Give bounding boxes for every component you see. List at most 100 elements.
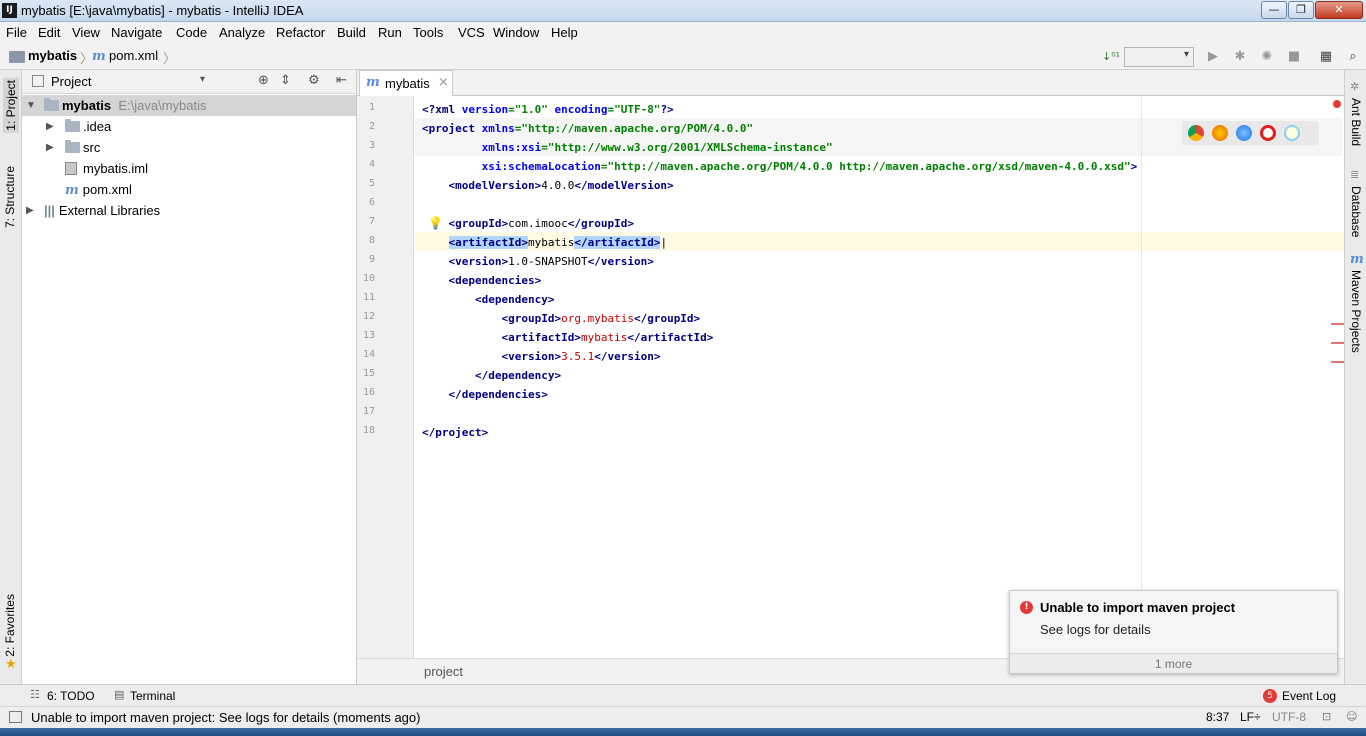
tree-root[interactable]: ▼ mybatis E:\java\mybatis xyxy=(22,95,356,116)
tree-label: mybatis.iml xyxy=(83,161,149,176)
chevron-down-icon[interactable]: ▾ xyxy=(200,74,205,85)
right-margin-guide xyxy=(1141,96,1142,658)
ant-icon: ✲ xyxy=(1350,80,1360,93)
ie-icon[interactable] xyxy=(1284,125,1300,141)
hide-icon[interactable]: ⇤ xyxy=(336,73,347,88)
tab-project[interactable]: 1: Project xyxy=(3,78,19,133)
event-count-badge: 5 xyxy=(1263,689,1277,703)
sort-icon[interactable]: ↓⁰¹ xyxy=(1102,49,1120,65)
toggle-tool-windows-icon[interactable] xyxy=(9,711,22,723)
tab-structure[interactable]: 7: Structure xyxy=(3,166,17,228)
line-separator[interactable]: LF÷ xyxy=(1240,710,1261,724)
line-number: 5 xyxy=(368,178,375,189)
error-stripe[interactable] xyxy=(1331,342,1344,344)
code-line: <version>1.0-SNAPSHOT</version> xyxy=(448,255,654,268)
coverage-icon[interactable]: ✺ xyxy=(1259,49,1275,65)
locate-icon[interactable]: ⊕ xyxy=(258,73,269,88)
tab-ant-build[interactable]: Ant Build xyxy=(1349,98,1363,146)
root-path: E:\java\mybatis xyxy=(118,98,207,113)
caret-position[interactable]: 8:37 xyxy=(1206,710,1229,724)
menu-refactor[interactable]: Refactor xyxy=(276,25,325,40)
line-number: 4 xyxy=(368,159,375,170)
opera-icon[interactable] xyxy=(1260,125,1276,141)
tab-event-log[interactable]: Event Log xyxy=(1282,689,1336,703)
code-line: <dependency> xyxy=(474,293,555,306)
code-line: <artifactId>mybatis</artifactId> xyxy=(501,331,714,344)
error-stripe[interactable] xyxy=(1331,323,1344,325)
menu-edit[interactable]: Edit xyxy=(38,25,60,40)
navigation-bar: mybatis 〉 m pom.xml 〉 ↓⁰¹ ▾ ▶ ✱ ✺ ■ ▦ ⌕ xyxy=(0,44,1366,70)
file-encoding[interactable]: UTF-8 xyxy=(1272,710,1306,724)
status-message[interactable]: Unable to import maven project: See logs… xyxy=(31,710,420,725)
line-number: 9 xyxy=(368,254,375,265)
gear-icon[interactable]: ⚙ xyxy=(308,73,320,88)
code-line: <groupId>org.mybatis</groupId> xyxy=(501,312,701,325)
menu-help[interactable]: Help xyxy=(551,25,578,40)
menu-file[interactable]: File xyxy=(6,25,27,40)
line-number: 6 xyxy=(368,197,375,208)
safari-icon[interactable] xyxy=(1236,125,1252,141)
line-number: 16 xyxy=(362,387,375,398)
breadcrumb-file[interactable]: pom.xml xyxy=(109,48,158,63)
chevron-right-icon: ▶ xyxy=(46,142,54,153)
editor-tab-pom[interactable]: m mybatis × xyxy=(359,70,453,96)
chrome-icon[interactable] xyxy=(1188,125,1204,141)
tab-database[interactable]: Database xyxy=(1349,186,1363,237)
project-view-icon xyxy=(32,75,44,87)
maven-icon: m xyxy=(1350,252,1364,267)
menu-build[interactable]: Build xyxy=(337,25,366,40)
stop-icon[interactable]: ■ xyxy=(1286,49,1302,65)
menu-vcs[interactable]: VCS xyxy=(458,25,485,40)
menu-bar: File Edit View Navigate Code Analyze Ref… xyxy=(0,22,1366,44)
title-bar: IJ mybatis [E:\java\mybatis] - mybatis -… xyxy=(0,0,1366,22)
error-stripe[interactable] xyxy=(1331,361,1344,363)
line-number: 14 xyxy=(362,349,375,360)
editor-breadcrumb[interactable]: project xyxy=(424,664,463,679)
menu-run[interactable]: Run xyxy=(378,25,402,40)
breadcrumb-project[interactable]: mybatis xyxy=(28,48,77,63)
tree-item-pom[interactable]: m pom.xml xyxy=(65,179,132,200)
right-tool-strip: ✲ Ant Build ≣ Database m Maven Projects xyxy=(1344,70,1366,684)
line-number: 17 xyxy=(362,406,375,417)
menu-view[interactable]: View xyxy=(72,25,100,40)
tree-label: src xyxy=(83,140,101,155)
close-tab-icon[interactable]: × xyxy=(438,75,449,90)
chevron-down-icon: ▾ xyxy=(1183,49,1189,60)
menu-analyze[interactable]: Analyze xyxy=(219,25,265,40)
notification-balloon[interactable]: ! Unable to import maven project See log… xyxy=(1009,590,1338,674)
debug-icon[interactable]: ✱ xyxy=(1232,49,1248,65)
menu-window[interactable]: Window xyxy=(493,25,539,40)
project-structure-icon[interactable]: ▦ xyxy=(1318,49,1334,65)
line-number: 7 xyxy=(368,216,375,227)
maximize-button[interactable]: ❐ xyxy=(1288,1,1314,19)
notification-more[interactable]: 1 more xyxy=(1010,653,1337,673)
tree-item-iml[interactable]: mybatis.iml xyxy=(65,158,148,179)
tab-maven-projects[interactable]: Maven Projects xyxy=(1349,270,1363,353)
code-line: <?xml version="1.0" encoding="UTF-8"?> xyxy=(422,103,674,116)
code-line: </dependency> xyxy=(474,369,562,382)
run-config-select[interactable]: ▾ xyxy=(1124,47,1194,67)
menu-tools[interactable]: Tools xyxy=(413,25,443,40)
notification-link[interactable]: See logs for details xyxy=(1040,622,1151,637)
minimize-button[interactable]: — xyxy=(1261,1,1287,19)
error-indicator-icon[interactable] xyxy=(1333,100,1341,108)
lock-icon[interactable]: ⊡ xyxy=(1322,710,1331,723)
close-button[interactable]: ✕ xyxy=(1315,1,1363,19)
firefox-icon[interactable] xyxy=(1212,125,1228,141)
tab-todo[interactable]: 6: TODO xyxy=(47,689,95,703)
line-number: 3 xyxy=(368,140,375,151)
collapse-icon[interactable]: ⇕ xyxy=(280,73,291,88)
menu-navigate[interactable]: Navigate xyxy=(111,25,162,40)
menu-code[interactable]: Code xyxy=(176,25,207,40)
lightbulb-icon[interactable]: 💡 xyxy=(428,216,443,230)
run-icon[interactable]: ▶ xyxy=(1205,49,1221,65)
tab-terminal[interactable]: Terminal xyxy=(130,689,175,703)
left-tool-strip: 1: Project 7: Structure 2: Favorites ★ xyxy=(0,70,22,684)
search-icon[interactable]: ⌕ xyxy=(1345,49,1361,65)
project-view-label[interactable]: Project xyxy=(51,74,91,89)
inspector-icon[interactable]: ☺ xyxy=(1346,710,1357,723)
breadcrumb-separator: 〉 xyxy=(163,51,177,66)
code-line: <groupId>com.imooc</groupId> xyxy=(448,217,634,230)
tab-favorites[interactable]: 2: Favorites xyxy=(3,594,17,657)
window-title: mybatis [E:\java\mybatis] - mybatis - In… xyxy=(21,3,304,18)
